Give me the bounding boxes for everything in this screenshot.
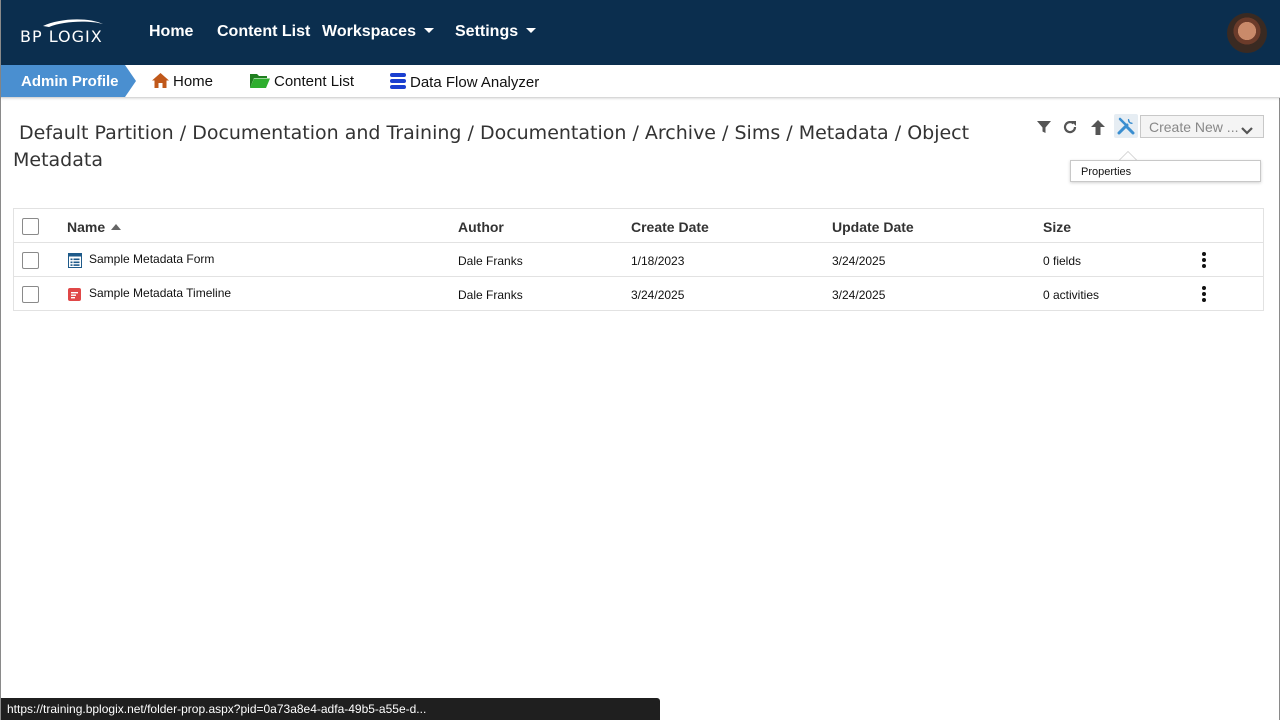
nav-content-list-label: Content List [217,23,311,40]
column-header-create-date[interactable]: Create Date [631,219,709,235]
logo-text: BP LOGIX [20,27,103,46]
cell-create-date: 1/18/2023 [631,254,685,268]
admin-profile-label: Admin Profile [21,73,119,90]
breadcrumb-item[interactable]: Archive [645,122,716,144]
caret-down-icon [423,28,434,33]
select-all-checkbox[interactable] [22,218,39,235]
item-name-link[interactable]: Sample Metadata Form [89,252,214,266]
quicklink-home[interactable]: Home [152,73,213,92]
row-actions-menu-icon[interactable] [1197,285,1211,303]
row-checkbox[interactable] [22,252,39,269]
breadcrumb-item[interactable]: Default Partition [19,122,174,144]
column-header-size[interactable]: Size [1043,219,1071,235]
column-header-name-label: Name [67,219,106,235]
breadcrumb-separator: / [888,122,908,144]
row-actions-menu-icon[interactable] [1197,251,1211,269]
database-icon [390,73,406,93]
bplogix-logo[interactable]: BP LOGIX [19,18,109,48]
quicklink-home-label: Home [173,73,214,90]
breadcrumb-separator: / [626,122,645,144]
breadcrumb-item[interactable]: Metadata [799,122,889,144]
cell-create-date: 3/24/2025 [631,288,685,302]
nav-home-label: Home [149,23,194,40]
chevron-down-icon [1241,122,1253,138]
content-table: Name Author Create Date Update Date Size… [13,208,1264,311]
quicklink-content-list-label: Content List [274,73,355,90]
column-header-name[interactable]: Name [67,219,122,235]
column-header-author[interactable]: Author [458,219,504,235]
refresh-icon[interactable] [1059,116,1081,138]
status-bar-url: https://training.bplogix.net/folder-prop… [1,698,660,720]
quicklink-data-flow-analyzer[interactable]: Data Flow Analyzer [390,73,539,93]
breadcrumb-separator: / [780,122,799,144]
cell-author: Dale Franks [458,254,523,268]
home-icon [152,73,169,92]
cell-size: 0 activities [1043,288,1100,302]
caret-down-icon [526,28,537,33]
tooltip-text: Properties [1081,166,1132,178]
cell-update-date: 3/24/2025 [832,288,886,302]
cell-size: 0 fields [1043,254,1082,268]
breadcrumb-separator: / [173,122,193,144]
form-icon [68,253,82,273]
create-new-label: Create New ... [1149,119,1239,135]
admin-profile-tab[interactable]: Admin Profile [1,65,136,97]
breadcrumb-separator: / [461,122,480,144]
folder-open-icon [250,73,270,92]
filter-icon[interactable] [1033,116,1055,138]
breadcrumb-item[interactable]: Sims [734,122,780,144]
table-row: Sample Metadata Form Dale Franks 1/18/20… [14,243,1263,277]
nav-workspaces-label: Workspaces [322,23,416,40]
cell-update-date: 3/24/2025 [832,254,886,268]
breadcrumb-separator: / [716,122,735,144]
create-new-dropdown[interactable]: Create New ... [1140,115,1264,138]
nav-settings-label: Settings [455,23,519,40]
table-header-row: Name Author Create Date Update Date Size [14,209,1263,243]
sort-ascending-icon [111,224,122,230]
item-name-link[interactable]: Sample Metadata Timeline [89,286,231,300]
secondary-navbar: Admin Profile Home Content List Data Flo… [1,65,1280,98]
breadcrumb-item[interactable]: Documentation and Training [192,122,461,144]
cell-author: Dale Franks [458,288,523,302]
user-avatar[interactable] [1227,13,1267,53]
table-row: Sample Metadata Timeline Dale Franks 3/2… [14,277,1263,311]
top-navbar: BP LOGIX Home Content List Workspaces Se… [1,0,1280,65]
timeline-icon [68,288,81,306]
nav-workspaces[interactable]: Workspaces [322,23,434,41]
column-header-update-date[interactable]: Update Date [832,219,914,235]
up-arrow-icon[interactable] [1087,116,1109,138]
properties-tooltip: Properties [1070,160,1261,182]
quicklink-data-flow-analyzer-label: Data Flow Analyzer [410,74,540,91]
nav-home[interactable]: Home [149,23,193,41]
tooltip-arrow [1119,151,1137,160]
tools-icon[interactable] [1114,114,1138,138]
nav-content-list[interactable]: Content List [217,23,310,41]
breadcrumb-item[interactable]: Documentation [480,122,626,144]
row-checkbox[interactable] [22,286,39,303]
nav-settings[interactable]: Settings [455,23,537,41]
quicklink-content-list[interactable]: Content List [250,73,354,92]
breadcrumb: Default Partition / Documentation and Tr… [13,120,1003,174]
